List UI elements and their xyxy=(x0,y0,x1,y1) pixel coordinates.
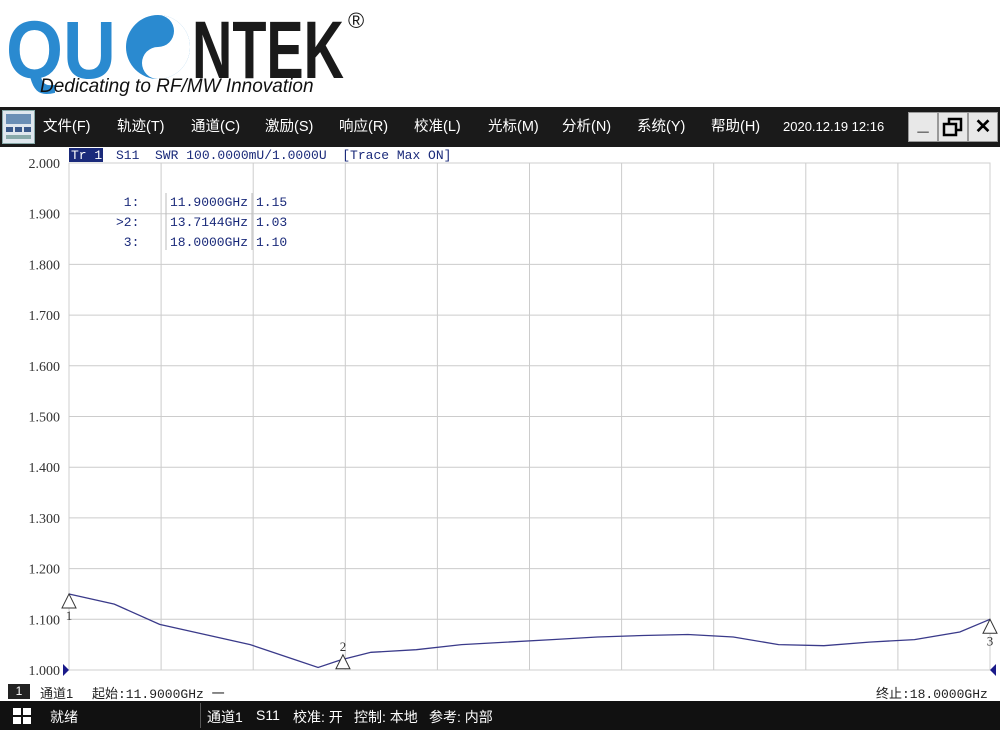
status-channel: 通道1 xyxy=(207,709,243,725)
menu-marker[interactable]: 光标(M) xyxy=(488,107,539,147)
datetime: 2020.12.19 12:16 xyxy=(783,119,885,134)
marker-row-freq: 13.7144GHz xyxy=(170,215,248,230)
marker-row-value: 1.15 xyxy=(256,195,287,210)
status-ready: 就绪 xyxy=(50,709,78,725)
status-param: S11 xyxy=(256,707,280,723)
marker-number-label: 3 xyxy=(987,633,994,648)
restore-button[interactable] xyxy=(938,112,968,142)
status-divider xyxy=(200,703,201,728)
stop-edge-icon xyxy=(990,664,996,676)
y-tick-label: 1.400 xyxy=(29,461,61,476)
quontek-logo: QU NTEK ® Dedicating to RF/MW Innovation xyxy=(0,0,1000,106)
y-tick-label: 1.800 xyxy=(29,258,61,273)
menu-system[interactable]: 系统(Y) xyxy=(637,107,685,147)
marker-number-label: 2 xyxy=(340,639,347,654)
marker-row-label: 1: xyxy=(116,195,139,210)
marker-number-label: 1 xyxy=(66,608,73,623)
status-control: 控制: 本地 xyxy=(354,709,418,725)
y-tick-label: 1.100 xyxy=(29,613,61,628)
status-calibration: 校准: 开 xyxy=(293,709,343,725)
menu-stimulus[interactable]: 激励(S) xyxy=(265,107,313,147)
close-button[interactable]: ✕ xyxy=(968,112,998,142)
menu-response[interactable]: 响应(R) xyxy=(339,107,388,147)
y-tick-label: 1.700 xyxy=(29,309,61,324)
channel-footer: 1 通道1 起始:11.9000GHz 一 终止:18.0000GHz xyxy=(0,681,1000,702)
footer-channel-label: 通道1 xyxy=(40,686,74,701)
y-tick-label: 1.500 xyxy=(29,411,61,426)
menu-analysis[interactable]: 分析(N) xyxy=(562,107,611,147)
marker-row-freq: 11.9000GHz xyxy=(170,195,248,210)
menu-trace[interactable]: 轨迹(T) xyxy=(117,107,165,147)
start-edge-icon xyxy=(63,664,69,676)
trace-header-text: S11 SWR 100.0000mU/1.0000U [Trace Max ON… xyxy=(116,148,451,163)
menu-channel[interactable]: 通道(C) xyxy=(191,107,240,147)
trace-tag[interactable]: Tr 1 xyxy=(71,148,102,163)
marker-row-value: 1.03 xyxy=(256,215,287,230)
status-bar: 就绪 通道1 S11 校准: 开 控制: 本地 参考: 内部 xyxy=(0,701,1000,730)
stop-frequency[interactable]: 终止:18.0000GHz xyxy=(876,683,988,702)
start-frequency[interactable]: 起始:11.9000GHz 一 xyxy=(92,683,225,702)
app-icon[interactable] xyxy=(2,110,35,144)
menu-bar: 文件(F) 轨迹(T) 通道(C) 激励(S) 响应(R) 校准(L) 光标(M… xyxy=(0,107,1000,147)
y-tick-label: 1.300 xyxy=(29,512,61,527)
channel-number-badge[interactable]: 1 xyxy=(8,684,30,699)
marker-row-value: 1.10 xyxy=(256,235,287,250)
menu-help[interactable]: 帮助(H) xyxy=(711,107,760,147)
windows-start-icon[interactable] xyxy=(13,708,31,724)
y-tick-label: 1.000 xyxy=(29,664,61,679)
menu-calibration[interactable]: 校准(L) xyxy=(414,107,461,147)
svg-text:®: ® xyxy=(348,8,364,33)
y-tick-label: 1.200 xyxy=(29,563,61,578)
marker-row-label: >2: xyxy=(116,215,139,230)
restore-icon xyxy=(942,117,963,137)
y-tick-label: 2.000 xyxy=(29,157,61,172)
marker-row-freq: 18.0000GHz xyxy=(170,235,248,250)
swr-chart: 2.000 1.900 1.800 1.700 1.600 1.500 1.400 1.300… xyxy=(29,148,998,679)
y-axis-labels: 2.000 1.900 1.800 1.700 1.600 1.500 1.400 1.300… xyxy=(29,157,61,679)
status-reference: 参考: 内部 xyxy=(429,709,493,725)
logo-tagline: Dedicating to RF/MW Innovation xyxy=(40,76,314,97)
y-tick-label: 1.900 xyxy=(29,208,61,223)
marker-row-label: 3: xyxy=(116,235,139,250)
y-tick-label: 1.600 xyxy=(29,360,61,375)
app-icon-graphic xyxy=(6,114,31,139)
minimize-button[interactable]: _ xyxy=(908,112,938,142)
menu-file[interactable]: 文件(F) xyxy=(43,107,91,147)
